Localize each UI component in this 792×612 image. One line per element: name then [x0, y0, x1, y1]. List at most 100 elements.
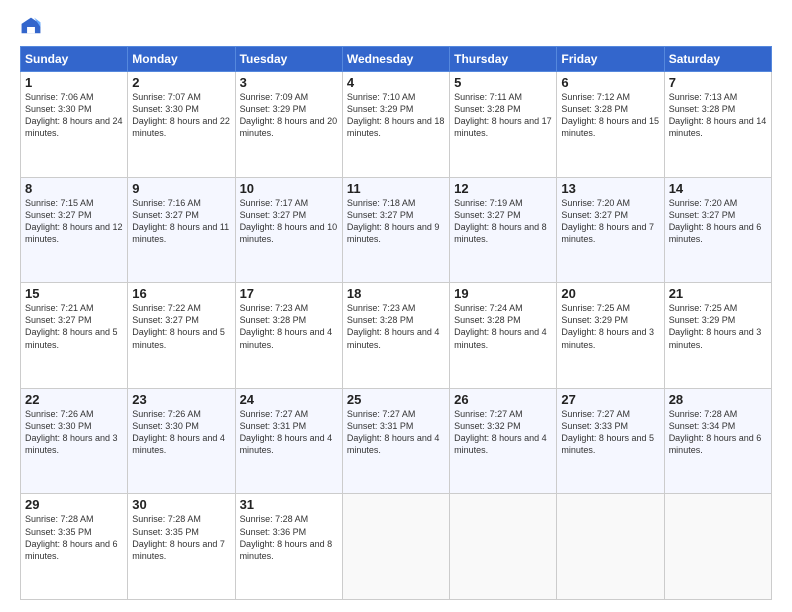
calendar-cell: [664, 494, 771, 600]
cell-info: Sunrise: 7:25 AMSunset: 3:29 PMDaylight:…: [669, 303, 762, 349]
day-header-saturday: Saturday: [664, 47, 771, 72]
day-number: 15: [25, 286, 123, 301]
calendar-cell: 13 Sunrise: 7:20 AMSunset: 3:27 PMDayligh…: [557, 177, 664, 283]
calendar-cell: 8Sunrise: 7:15 AMSunset: 3:27 PMDaylight…: [21, 177, 128, 283]
cell-info: Sunrise: 7:27 AMSunset: 3:32 PMDaylight:…: [454, 409, 547, 455]
cell-info: Sunrise: 7:18 AMSunset: 3:27 PMDaylight:…: [347, 198, 440, 244]
calendar-week-1: 1 Sunrise: 7:06 AMSunset: 3:30 PMDaylight…: [21, 72, 772, 178]
calendar-week-4: 22 Sunrise: 7:26 AMSunset: 3:30 PMDayligh…: [21, 388, 772, 494]
calendar-week-2: 8Sunrise: 7:15 AMSunset: 3:27 PMDaylight…: [21, 177, 772, 283]
calendar-cell: 29 Sunrise: 7:28 AMSunset: 3:35 PMDayligh…: [21, 494, 128, 600]
calendar-cell: 19 Sunrise: 7:24 AMSunset: 3:28 PMDayligh…: [450, 283, 557, 389]
calendar-cell: 9 Sunrise: 7:16 AMSunset: 3:27 PMDaylight…: [128, 177, 235, 283]
day-header-thursday: Thursday: [450, 47, 557, 72]
cell-info: Sunrise: 7:28 AMSunset: 3:34 PMDaylight:…: [669, 409, 762, 455]
calendar-cell: 7 Sunrise: 7:13 AMSunset: 3:28 PMDaylight…: [664, 72, 771, 178]
page: SundayMondayTuesdayWednesdayThursdayFrid…: [0, 0, 792, 612]
calendar-cell: 22 Sunrise: 7:26 AMSunset: 3:30 PMDayligh…: [21, 388, 128, 494]
calendar-cell: 24Sunrise: 7:27 AMSunset: 3:31 PMDayligh…: [235, 388, 342, 494]
calendar-cell: 4Sunrise: 7:10 AMSunset: 3:29 PMDaylight…: [342, 72, 449, 178]
calendar-cell: [342, 494, 449, 600]
calendar-cell: 26 Sunrise: 7:27 AMSunset: 3:32 PMDayligh…: [450, 388, 557, 494]
logo-icon: [20, 16, 42, 38]
day-number: 10: [240, 181, 338, 196]
calendar-cell: 25Sunrise: 7:27 AMSunset: 3:31 PMDayligh…: [342, 388, 449, 494]
logo: [20, 16, 46, 38]
calendar-week-5: 29 Sunrise: 7:28 AMSunset: 3:35 PMDayligh…: [21, 494, 772, 600]
calendar-cell: 23 Sunrise: 7:26 AMSunset: 3:30 PMDayligh…: [128, 388, 235, 494]
calendar-cell: 2 Sunrise: 7:07 AMSunset: 3:30 PMDaylight…: [128, 72, 235, 178]
calendar-cell: 17Sunrise: 7:23 AMSunset: 3:28 PMDayligh…: [235, 283, 342, 389]
calendar-cell: 10 Sunrise: 7:17 AMSunset: 3:27 PMDayligh…: [235, 177, 342, 283]
day-number: 27: [561, 392, 659, 407]
calendar-cell: 6 Sunrise: 7:12 AMSunset: 3:28 PMDaylight…: [557, 72, 664, 178]
calendar-cell: 21 Sunrise: 7:25 AMSunset: 3:29 PMDayligh…: [664, 283, 771, 389]
cell-info: Sunrise: 7:19 AMSunset: 3:27 PMDaylight:…: [454, 198, 547, 244]
cell-info: Sunrise: 7:07 AMSunset: 3:30 PMDaylight:…: [132, 92, 230, 138]
day-number: 13: [561, 181, 659, 196]
day-number: 29: [25, 497, 123, 512]
day-number: 17: [240, 286, 338, 301]
day-number: 19: [454, 286, 552, 301]
day-number: 11: [347, 181, 445, 196]
calendar-cell: 31 Sunrise: 7:28 AMSunset: 3:36 PMDayligh…: [235, 494, 342, 600]
cell-info: Sunrise: 7:15 AMSunset: 3:27 PMDaylight:…: [25, 198, 123, 244]
cell-info: Sunrise: 7:27 AMSunset: 3:33 PMDaylight:…: [561, 409, 654, 455]
cell-info: Sunrise: 7:09 AMSunset: 3:29 PMDaylight:…: [240, 92, 338, 138]
day-number: 9: [132, 181, 230, 196]
day-number: 26: [454, 392, 552, 407]
cell-info: Sunrise: 7:06 AMSunset: 3:30 PMDaylight:…: [25, 92, 123, 138]
day-header-wednesday: Wednesday: [342, 47, 449, 72]
day-number: 18: [347, 286, 445, 301]
day-number: 30: [132, 497, 230, 512]
cell-info: Sunrise: 7:22 AMSunset: 3:27 PMDaylight:…: [132, 303, 225, 349]
calendar-cell: 1 Sunrise: 7:06 AMSunset: 3:30 PMDaylight…: [21, 72, 128, 178]
cell-info: Sunrise: 7:17 AMSunset: 3:27 PMDaylight:…: [240, 198, 338, 244]
day-header-friday: Friday: [557, 47, 664, 72]
day-number: 12: [454, 181, 552, 196]
day-number: 14: [669, 181, 767, 196]
day-number: 28: [669, 392, 767, 407]
cell-info: Sunrise: 7:24 AMSunset: 3:28 PMDaylight:…: [454, 303, 547, 349]
cell-info: Sunrise: 7:20 AMSunset: 3:27 PMDaylight:…: [561, 198, 654, 244]
day-number: 6: [561, 75, 659, 90]
day-number: 22: [25, 392, 123, 407]
cell-info: Sunrise: 7:12 AMSunset: 3:28 PMDaylight:…: [561, 92, 659, 138]
calendar-cell: 11 Sunrise: 7:18 AMSunset: 3:27 PMDayligh…: [342, 177, 449, 283]
calendar-cell: 15Sunrise: 7:21 AMSunset: 3:27 PMDayligh…: [21, 283, 128, 389]
day-number: 21: [669, 286, 767, 301]
day-number: 20: [561, 286, 659, 301]
calendar-cell: 12 Sunrise: 7:19 AMSunset: 3:27 PMDayligh…: [450, 177, 557, 283]
day-header-monday: Monday: [128, 47, 235, 72]
day-number: 2: [132, 75, 230, 90]
cell-info: Sunrise: 7:20 AMSunset: 3:27 PMDaylight:…: [669, 198, 762, 244]
calendar-cell: 5 Sunrise: 7:11 AMSunset: 3:28 PMDaylight…: [450, 72, 557, 178]
calendar-cell: 20 Sunrise: 7:25 AMSunset: 3:29 PMDayligh…: [557, 283, 664, 389]
calendar-week-3: 15Sunrise: 7:21 AMSunset: 3:27 PMDayligh…: [21, 283, 772, 389]
calendar-cell: [450, 494, 557, 600]
cell-info: Sunrise: 7:16 AMSunset: 3:27 PMDaylight:…: [132, 198, 229, 244]
cell-info: Sunrise: 7:13 AMSunset: 3:28 PMDaylight:…: [669, 92, 767, 138]
day-header-sunday: Sunday: [21, 47, 128, 72]
day-header-tuesday: Tuesday: [235, 47, 342, 72]
cell-info: Sunrise: 7:28 AMSunset: 3:35 PMDaylight:…: [25, 514, 118, 560]
cell-info: Sunrise: 7:27 AMSunset: 3:31 PMDaylight:…: [347, 409, 440, 455]
calendar-cell: 16 Sunrise: 7:22 AMSunset: 3:27 PMDayligh…: [128, 283, 235, 389]
calendar-cell: [557, 494, 664, 600]
cell-info: Sunrise: 7:10 AMSunset: 3:29 PMDaylight:…: [347, 92, 445, 138]
cell-info: Sunrise: 7:26 AMSunset: 3:30 PMDaylight:…: [25, 409, 118, 455]
cell-info: Sunrise: 7:26 AMSunset: 3:30 PMDaylight:…: [132, 409, 225, 455]
day-number: 31: [240, 497, 338, 512]
cell-info: Sunrise: 7:27 AMSunset: 3:31 PMDaylight:…: [240, 409, 333, 455]
cell-info: Sunrise: 7:28 AMSunset: 3:36 PMDaylight:…: [240, 514, 333, 560]
day-number: 16: [132, 286, 230, 301]
cell-info: Sunrise: 7:25 AMSunset: 3:29 PMDaylight:…: [561, 303, 654, 349]
day-number: 5: [454, 75, 552, 90]
header: [20, 16, 772, 38]
day-number: 23: [132, 392, 230, 407]
calendar-cell: 28 Sunrise: 7:28 AMSunset: 3:34 PMDayligh…: [664, 388, 771, 494]
cell-info: Sunrise: 7:11 AMSunset: 3:28 PMDaylight:…: [454, 92, 552, 138]
day-number: 1: [25, 75, 123, 90]
day-number: 7: [669, 75, 767, 90]
calendar-cell: 27 Sunrise: 7:27 AMSunset: 3:33 PMDayligh…: [557, 388, 664, 494]
